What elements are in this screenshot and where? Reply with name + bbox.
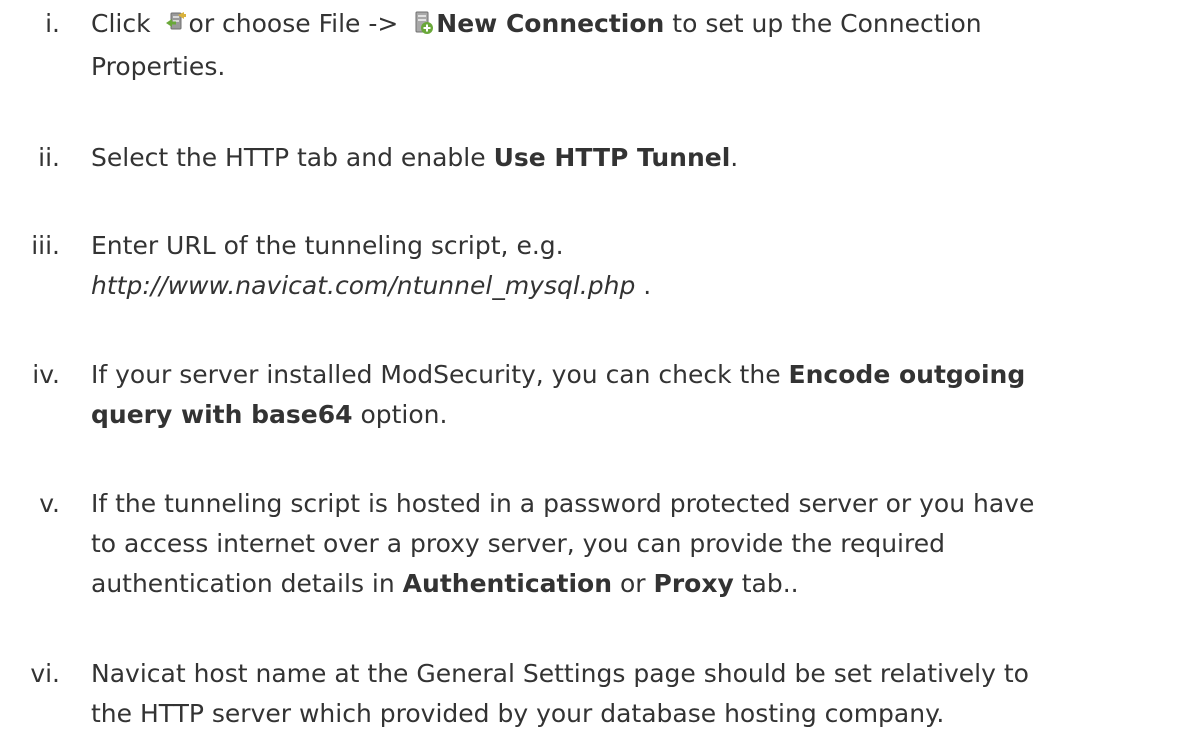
step-text-line: If the tunneling script is hosted in a p… [91, 489, 1035, 518]
step-text-segment: Click [91, 9, 159, 38]
step-text-line: to access internet over a proxy server, … [91, 529, 945, 558]
step-numeral: iv. [32, 360, 60, 389]
step-text-segment: option. [352, 400, 448, 429]
step-text-segment: or choose File -> [188, 9, 407, 38]
step-text: Select the HTTP tab and enable Use HTTP … [91, 138, 1181, 178]
step-text-segment: authentication details in [91, 569, 403, 598]
step-text-segment: to set up the Connection [664, 9, 982, 38]
new-connection-label: New Connection [436, 9, 665, 38]
step-numeral: vi. [30, 659, 60, 688]
step-text-line: Properties. [91, 52, 226, 81]
step-text: If your server installed ModSecurity, yo… [91, 355, 1181, 435]
step-text-line: Navicat host name at the General Setting… [91, 659, 1029, 688]
tunnel-script-url: http://www.navicat.com/ntunnel_mysql.php [91, 271, 636, 300]
step-text: Click or choose File -> New Connection t… [91, 4, 1181, 87]
encode-option-label: Encode outgoing [788, 360, 1026, 389]
step-text-segment: If your server installed ModSecurity, yo… [91, 360, 789, 389]
step-text-segment: or [612, 569, 654, 598]
step-text-segment: tab.. [733, 569, 799, 598]
step-text-line: Enter URL of the tunneling script, e.g. [91, 231, 564, 260]
connection-icon[interactable] [165, 7, 187, 47]
step-numeral: i. [45, 9, 60, 38]
step-text: Enter URL of the tunneling script, e.g. … [91, 226, 1181, 306]
step-numeral: ii. [38, 143, 60, 172]
new-connection-icon [412, 7, 434, 47]
proxy-tab-label: Proxy [653, 569, 734, 598]
use-http-tunnel-label: Use HTTP Tunnel [493, 143, 731, 172]
step-text: If the tunneling script is hosted in a p… [91, 484, 1181, 604]
step-text-line: the HTTP server which provided by your d… [91, 699, 945, 728]
step-numeral: iii. [31, 231, 60, 260]
step-text: Navicat host name at the General Setting… [91, 654, 1181, 734]
authentication-tab-label: Authentication [402, 569, 613, 598]
step-text-segment: . [635, 271, 652, 300]
step-text-segment: . [730, 143, 739, 172]
step-numeral: v. [39, 489, 60, 518]
encode-option-label: query with base64 [91, 400, 353, 429]
step-text-segment: Select the HTTP tab and enable [91, 143, 494, 172]
